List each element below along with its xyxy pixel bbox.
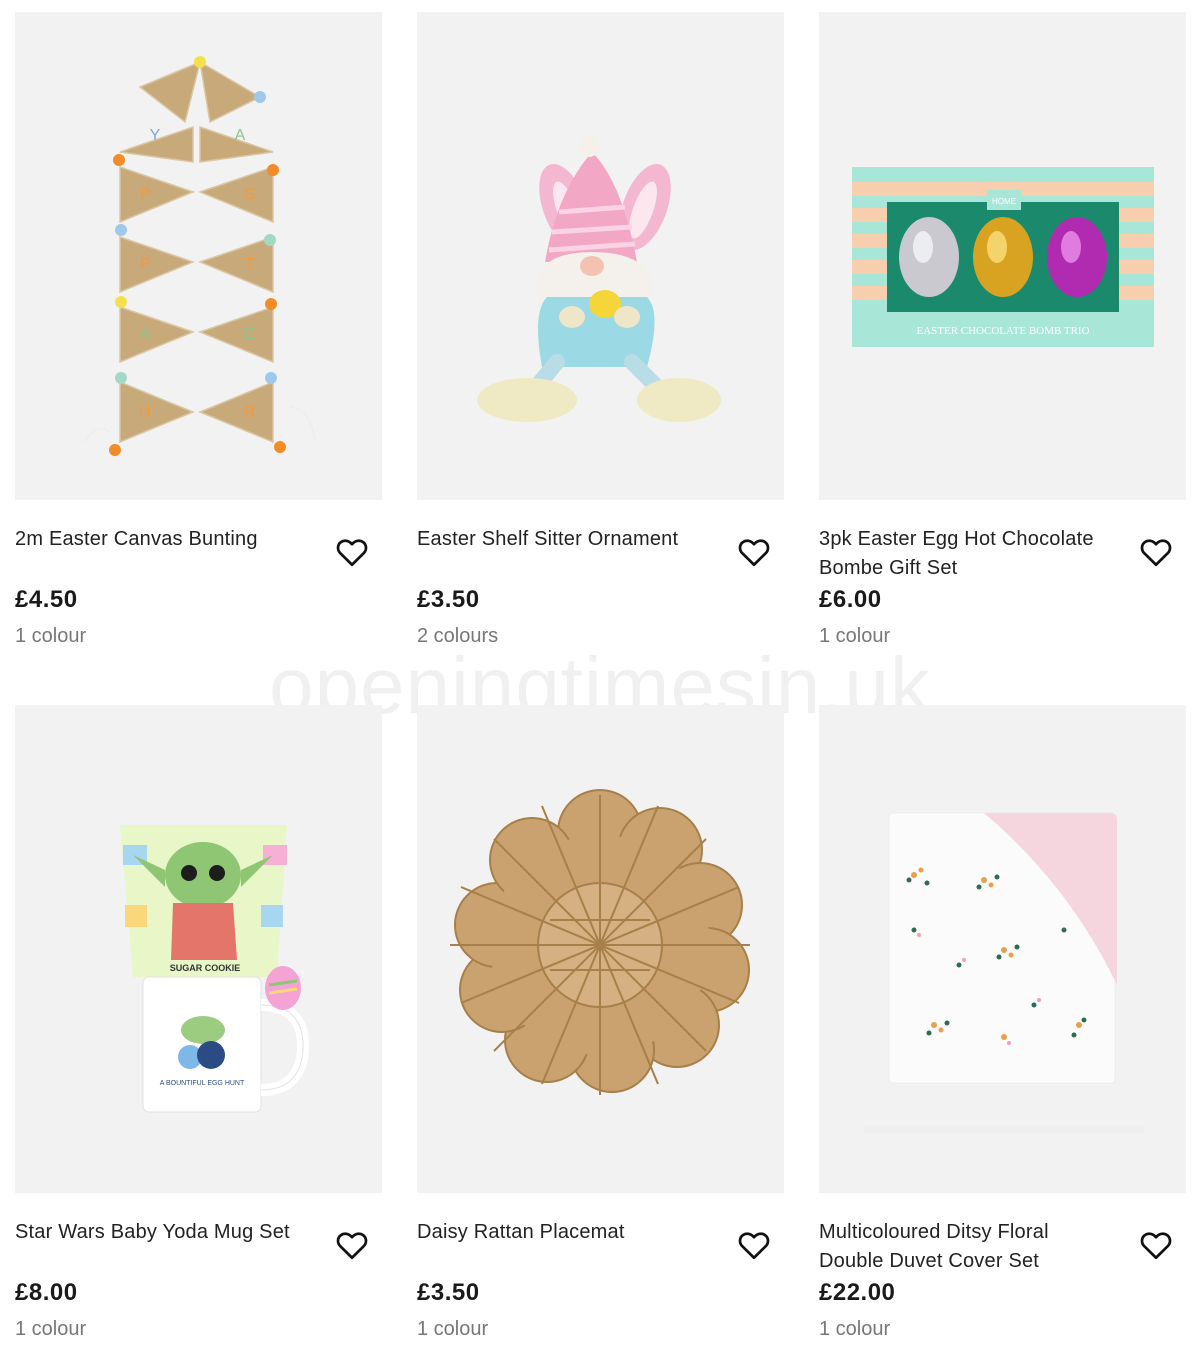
eggs-box-label: EASTER CHOCOLATE BOMB TRIO (916, 325, 1089, 337)
product-colours: 2 colours (417, 625, 499, 647)
product-title[interactable]: 3pk Easter Egg Hot Chocolate Bombe Gift … (819, 525, 1119, 583)
svg-text:H: H (139, 404, 151, 421)
product-price: £3.50 (417, 586, 480, 613)
heart-outline-icon[interactable] (1138, 534, 1174, 570)
heart-outline-icon[interactable] (736, 1227, 772, 1263)
heart-outline-icon[interactable] (334, 534, 370, 570)
svg-text:Y: Y (150, 127, 161, 144)
product-card: Daisy Rattan Placemat £3.50 1 colour (417, 705, 784, 1341)
product-card: SUGAR COOKIE A BOUNTIFUL EGG HUNT Star W… (15, 705, 382, 1341)
product-image-mug[interactable]: SUGAR COOKIE A BOUNTIFUL EGG HUNT (15, 705, 382, 1193)
heart-outline-icon[interactable] (736, 534, 772, 570)
product-card: Multicoloured Ditsy Floral Double Duvet … (819, 705, 1186, 1341)
product-image-gnome[interactable] (417, 12, 784, 500)
heart-outline-icon[interactable] (334, 1227, 370, 1263)
product-title[interactable]: Multicoloured Ditsy Floral Double Duvet … (819, 1218, 1119, 1276)
product-card: HOME EASTER CHOCOLATE BOMB TRIO 3pk East… (819, 12, 1186, 648)
product-image-placemat[interactable] (417, 705, 784, 1193)
product-title[interactable]: Daisy Rattan Placemat (417, 1218, 717, 1247)
product-card: Y P P A H A S T E R 2m Easter Canvas Bun… (15, 12, 382, 648)
product-colours: 1 colour (417, 1318, 489, 1340)
product-price: £4.50 (15, 586, 78, 613)
product-colours: 1 colour (819, 1318, 891, 1340)
svg-text:A: A (235, 127, 246, 144)
product-colours: 1 colour (15, 1318, 87, 1340)
product-price: £22.00 (819, 1279, 896, 1306)
product-grid: Y P P A H A S T E R 2m Easter Canvas Bun… (15, 12, 1186, 1341)
eggs-brand-label: HOME (992, 197, 1016, 206)
product-title[interactable]: Easter Shelf Sitter Ornament (417, 525, 717, 554)
svg-text:E: E (245, 326, 256, 343)
product-price: £6.00 (819, 586, 882, 613)
svg-text:P: P (140, 186, 151, 203)
svg-text:P: P (140, 256, 151, 273)
product-price: £8.00 (15, 1279, 78, 1306)
product-image-eggs[interactable]: HOME EASTER CHOCOLATE BOMB TRIO (819, 12, 1186, 500)
product-title[interactable]: Star Wars Baby Yoda Mug Set (15, 1218, 315, 1247)
svg-text:S: S (245, 186, 256, 203)
product-colours: 1 colour (819, 625, 891, 647)
mug-pack-label: SUGAR COOKIE (170, 963, 241, 973)
product-price: £3.50 (417, 1279, 480, 1306)
product-card: Easter Shelf Sitter Ornament £3.50 2 col… (417, 12, 784, 648)
product-image-duvet[interactable] (819, 705, 1186, 1193)
product-title[interactable]: 2m Easter Canvas Bunting (15, 525, 315, 554)
product-image-bunting[interactable]: Y P P A H A S T E R (15, 12, 382, 500)
svg-text:A: A (140, 326, 151, 343)
product-colours: 1 colour (15, 625, 87, 647)
mug-caption: A BOUNTIFUL EGG HUNT (160, 1080, 245, 1087)
svg-text:R: R (244, 404, 256, 421)
heart-outline-icon[interactable] (1138, 1227, 1174, 1263)
svg-text:T: T (245, 256, 255, 273)
